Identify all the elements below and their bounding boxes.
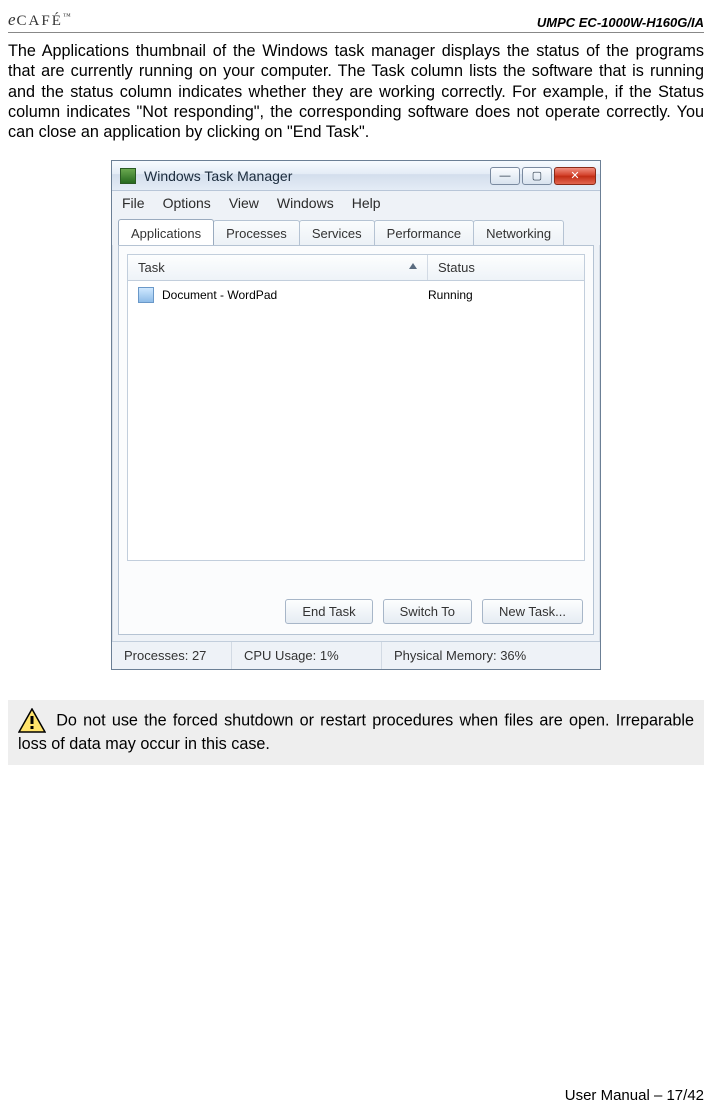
window-controls: — ▢ ✕: [490, 167, 596, 185]
wordpad-icon: [138, 287, 154, 303]
column-task[interactable]: Task: [128, 255, 428, 280]
warning-icon: [18, 708, 46, 734]
panel-buttons: End Task Switch To New Task...: [285, 599, 583, 624]
brand-prefix: e: [8, 10, 17, 29]
memory-value: 36%: [500, 648, 526, 663]
cpu-value: 1%: [320, 648, 339, 663]
intro-paragraph: The Applications thumbnail of the Window…: [8, 41, 704, 142]
table-body: Document - WordPad Running: [127, 281, 585, 561]
warning-box: Do not use the forced shutdown or restar…: [8, 700, 704, 764]
sort-ascending-icon: [409, 263, 417, 269]
new-task-button[interactable]: New Task...: [482, 599, 583, 624]
window-title: Windows Task Manager: [144, 168, 490, 184]
task-manager-screenshot: Windows Task Manager — ▢ ✕ File Options …: [8, 160, 704, 670]
status-memory: Physical Memory: 36%: [382, 642, 600, 669]
column-status[interactable]: Status: [428, 255, 584, 280]
processes-value: 27: [192, 648, 206, 663]
cpu-label: CPU Usage:: [244, 648, 316, 663]
minimize-button[interactable]: —: [490, 167, 520, 185]
close-button[interactable]: ✕: [554, 167, 596, 185]
statusbar: Processes: 27 CPU Usage: 1% Physical Mem…: [112, 641, 600, 669]
status-cpu: CPU Usage: 1%: [232, 642, 382, 669]
cell-status: Running: [428, 288, 574, 302]
tab-performance[interactable]: Performance: [374, 220, 474, 245]
cell-task: Document - WordPad: [138, 287, 428, 303]
task-manager-window: Windows Task Manager — ▢ ✕ File Options …: [111, 160, 601, 670]
column-task-label: Task: [138, 260, 165, 275]
tab-services[interactable]: Services: [299, 220, 375, 245]
brand-name: CAFÉ: [17, 13, 63, 29]
tab-processes[interactable]: Processes: [213, 220, 300, 245]
menubar: File Options View Windows Help: [112, 191, 600, 217]
menu-windows[interactable]: Windows: [277, 195, 334, 211]
table-row[interactable]: Document - WordPad Running: [128, 281, 584, 309]
titlebar: Windows Task Manager — ▢ ✕: [112, 161, 600, 191]
trademark: ™: [63, 12, 72, 21]
warning-text: Do not use the forced shutdown or restar…: [18, 712, 694, 754]
maximize-button[interactable]: ▢: [522, 167, 552, 185]
menu-help[interactable]: Help: [352, 195, 381, 211]
memory-label: Physical Memory:: [394, 648, 497, 663]
menu-file[interactable]: File: [122, 195, 145, 211]
page-footer: User Manual – 17/42: [565, 1087, 704, 1104]
table-header: Task Status: [127, 254, 585, 281]
task-name: Document - WordPad: [162, 288, 277, 302]
status-processes: Processes: 27: [112, 642, 232, 669]
tab-applications[interactable]: Applications: [118, 219, 214, 245]
product-code: UMPC EC-1000W-H160G/IA: [537, 15, 704, 30]
task-manager-icon: [120, 168, 136, 184]
menu-view[interactable]: View: [229, 195, 259, 211]
menu-options[interactable]: Options: [163, 195, 211, 211]
tab-networking[interactable]: Networking: [473, 220, 564, 245]
processes-label: Processes:: [124, 648, 188, 663]
tabs-row: Applications Processes Services Performa…: [112, 217, 600, 245]
brand-logo: eCAFÉ™: [8, 10, 72, 30]
applications-panel: Task Status Document - WordPad Running E…: [118, 245, 594, 635]
end-task-button[interactable]: End Task: [285, 599, 372, 624]
switch-to-button[interactable]: Switch To: [383, 599, 472, 624]
page-header: eCAFÉ™ UMPC EC-1000W-H160G/IA: [8, 10, 704, 33]
